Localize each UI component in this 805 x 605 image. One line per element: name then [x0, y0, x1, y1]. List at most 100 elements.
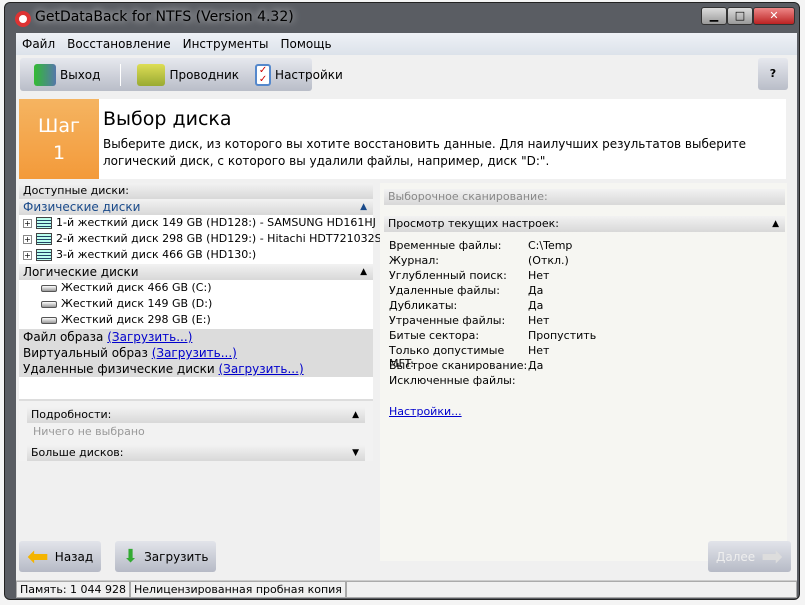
disk-pane: Доступные диски: Физические диски ▲ +1-й …: [19, 183, 406, 461]
setting-row: Дубликаты: Да: [389, 299, 596, 314]
load-remote-disks-link[interactable]: (Загрузить...): [219, 362, 304, 376]
menu-help[interactable]: Помощь: [274, 33, 337, 55]
setting-value: Да: [528, 284, 544, 297]
minimize-button[interactable]: ▁: [701, 7, 727, 25]
page-title: Выбор диска: [103, 108, 232, 130]
settings-button[interactable]: ✓ ✓ Настройки: [249, 63, 349, 86]
setting-name: Углубленный поиск:: [389, 269, 507, 282]
more-disks-header[interactable]: Больше дисков: ▼: [27, 445, 365, 461]
next-label: Далее: [716, 549, 756, 564]
license-status: Нелицензированная пробная копия: [130, 581, 346, 598]
explorer-magnifier-icon: [137, 63, 166, 86]
back-label: Назад: [54, 549, 94, 564]
disk-label: 3-й жесткий диск 466 GB (HD130:): [56, 248, 257, 261]
setting-value: Пропустить: [528, 329, 597, 342]
hard-drive-icon: [41, 316, 57, 324]
client-area: Файл Восстановление Инструменты Помощь В…: [16, 33, 797, 598]
logical-disks-header[interactable]: Логические диски ▲: [19, 264, 373, 280]
hard-drive-icon: [41, 300, 57, 308]
image-sources: Файл образа (Загрузить...) Виртуальный о…: [19, 329, 373, 377]
setting-row: Битые сектора: Пропустить: [389, 329, 596, 344]
more-disks-label: Больше дисков:: [31, 446, 124, 459]
exit-door-icon: [34, 63, 56, 86]
physical-disk-1[interactable]: +1-й жесткий диск 149 GB (HD128:) - SAMS…: [23, 216, 376, 229]
settings-list: Временные файлы: C:\Temp Журнал: (Откл.) Угл…: [389, 239, 596, 389]
disk-label: Жесткий диск 298 GB (E:): [61, 313, 211, 326]
image-file-label: Файл образа: [23, 330, 104, 344]
physical-disk-icon: [36, 233, 52, 245]
menu-file[interactable]: Файл: [16, 33, 61, 55]
details-panel: Подробности: ▲ Ничего не выбрано Больше д…: [19, 399, 373, 461]
current-settings-label: Просмотр текущих настроек:: [388, 217, 560, 230]
help-button[interactable]: ?: [758, 58, 788, 90]
exit-button[interactable]: Выход: [28, 63, 106, 86]
expand-icon[interactable]: +: [23, 234, 32, 244]
toolbar: Выход Проводник ✓ ✓ Настройки: [20, 58, 343, 91]
expand-icon[interactable]: +: [23, 250, 32, 260]
setting-name: Битые сектора:: [389, 329, 480, 342]
expand-icon[interactable]: ▼: [352, 445, 359, 461]
collapse-icon[interactable]: ▲: [772, 216, 779, 232]
setting-row: Исключенные файлы:: [389, 374, 596, 389]
setting-row: Только допустимые MFT: Нет: [389, 344, 596, 370]
setting-name: Удаленные файлы:: [389, 284, 500, 297]
logical-disk-c[interactable]: Жесткий диск 466 GB (C:): [41, 281, 211, 294]
virtual-image-label: Виртуальный образ: [23, 346, 148, 360]
disk-label: 2-й жесткий диск 298 GB (HD129:) - Hitac…: [56, 232, 406, 245]
step-badge: Шаг 1: [19, 99, 99, 179]
setting-name: Дубликаты:: [389, 299, 458, 312]
explorer-button[interactable]: Проводник: [120, 63, 245, 86]
app-window: GetDataBack for NTFS (Version 4.32) ▁ □ …: [4, 2, 800, 600]
setting-name: Быстрое сканирование:: [389, 359, 528, 372]
maximize-button[interactable]: □: [727, 7, 753, 25]
memory-status: Память: 1 044 928: [16, 581, 131, 598]
nothing-selected-text: Ничего не выбрано: [33, 425, 145, 438]
setting-value: Да: [528, 299, 544, 312]
next-button[interactable]: Далее ➡: [708, 541, 791, 572]
setting-row: Быстрое сканирование: Да: [389, 359, 596, 374]
expand-icon[interactable]: +: [23, 218, 32, 228]
collapse-icon[interactable]: ▲: [360, 199, 367, 215]
step-description: Выберите диск, из которого вы хотите вос…: [103, 137, 747, 168]
logical-disk-d[interactable]: Жесткий диск 149 GB (D:): [41, 297, 212, 310]
details-header[interactable]: Подробности: ▲: [27, 407, 365, 423]
current-settings-header[interactable]: Просмотр текущих настроек: ▲: [384, 216, 785, 232]
setting-name: Временные файлы:: [389, 239, 502, 252]
load-button[interactable]: ⬇ Загрузить: [115, 541, 217, 572]
settings-pane: Выборочное сканирование: Просмотр текущи…: [380, 183, 787, 561]
physical-disk-2[interactable]: +2-й жесткий диск 298 GB (HD129:) - Hita…: [23, 232, 406, 245]
setting-row: Удаленные файлы: Да: [389, 284, 596, 299]
physical-disks-label: Физические диски: [23, 200, 141, 214]
details-label: Подробности:: [31, 408, 112, 421]
explorer-label: Проводник: [169, 67, 240, 82]
physical-disk-3[interactable]: +3-й жесткий диск 466 GB (HD130:): [23, 248, 256, 261]
status-bar: Память: 1 044 928 Нелицензированная проб…: [16, 580, 797, 598]
collapse-icon[interactable]: ▲: [352, 407, 359, 423]
setting-value: C:\Temp: [528, 239, 573, 252]
setting-value: Нет: [528, 344, 550, 357]
menu-recovery[interactable]: Восстановление: [61, 33, 176, 55]
load-image-file-link[interactable]: (Загрузить...): [107, 330, 192, 344]
selective-scan-header[interactable]: Выборочное сканирование:: [384, 189, 785, 205]
remote-disks-row: Удаленные физические диски (Загрузить...…: [23, 361, 373, 377]
arrow-right-icon: ➡: [761, 541, 783, 572]
disk-label: Жесткий диск 149 GB (D:): [61, 297, 213, 310]
close-button[interactable]: ✕: [753, 7, 795, 25]
step-label: Шаг: [38, 115, 80, 137]
settings-link[interactable]: Настройки...: [389, 405, 462, 418]
collapse-icon[interactable]: ▲: [360, 264, 367, 280]
physical-disk-icon: [36, 249, 52, 261]
setting-row: Журнал: (Откл.): [389, 254, 596, 269]
physical-disks-header[interactable]: Физические диски ▲: [19, 199, 373, 215]
setting-value: Нет: [528, 269, 550, 282]
checklist-icon: ✓ ✓: [255, 63, 272, 86]
logical-disk-e[interactable]: Жесткий диск 298 GB (E:): [41, 313, 211, 326]
window-title: GetDataBack for NTFS (Version 4.32): [35, 9, 294, 25]
step-number: 1: [52, 142, 66, 164]
menu-bar: Файл Восстановление Инструменты Помощь: [16, 33, 797, 55]
hard-drive-icon: [41, 284, 57, 292]
back-button[interactable]: ⬅ Назад: [19, 541, 102, 572]
load-virtual-image-link[interactable]: (Загрузить...): [152, 346, 237, 360]
menu-tools[interactable]: Инструменты: [177, 33, 275, 55]
setting-name: Исключенные файлы:: [389, 374, 516, 387]
